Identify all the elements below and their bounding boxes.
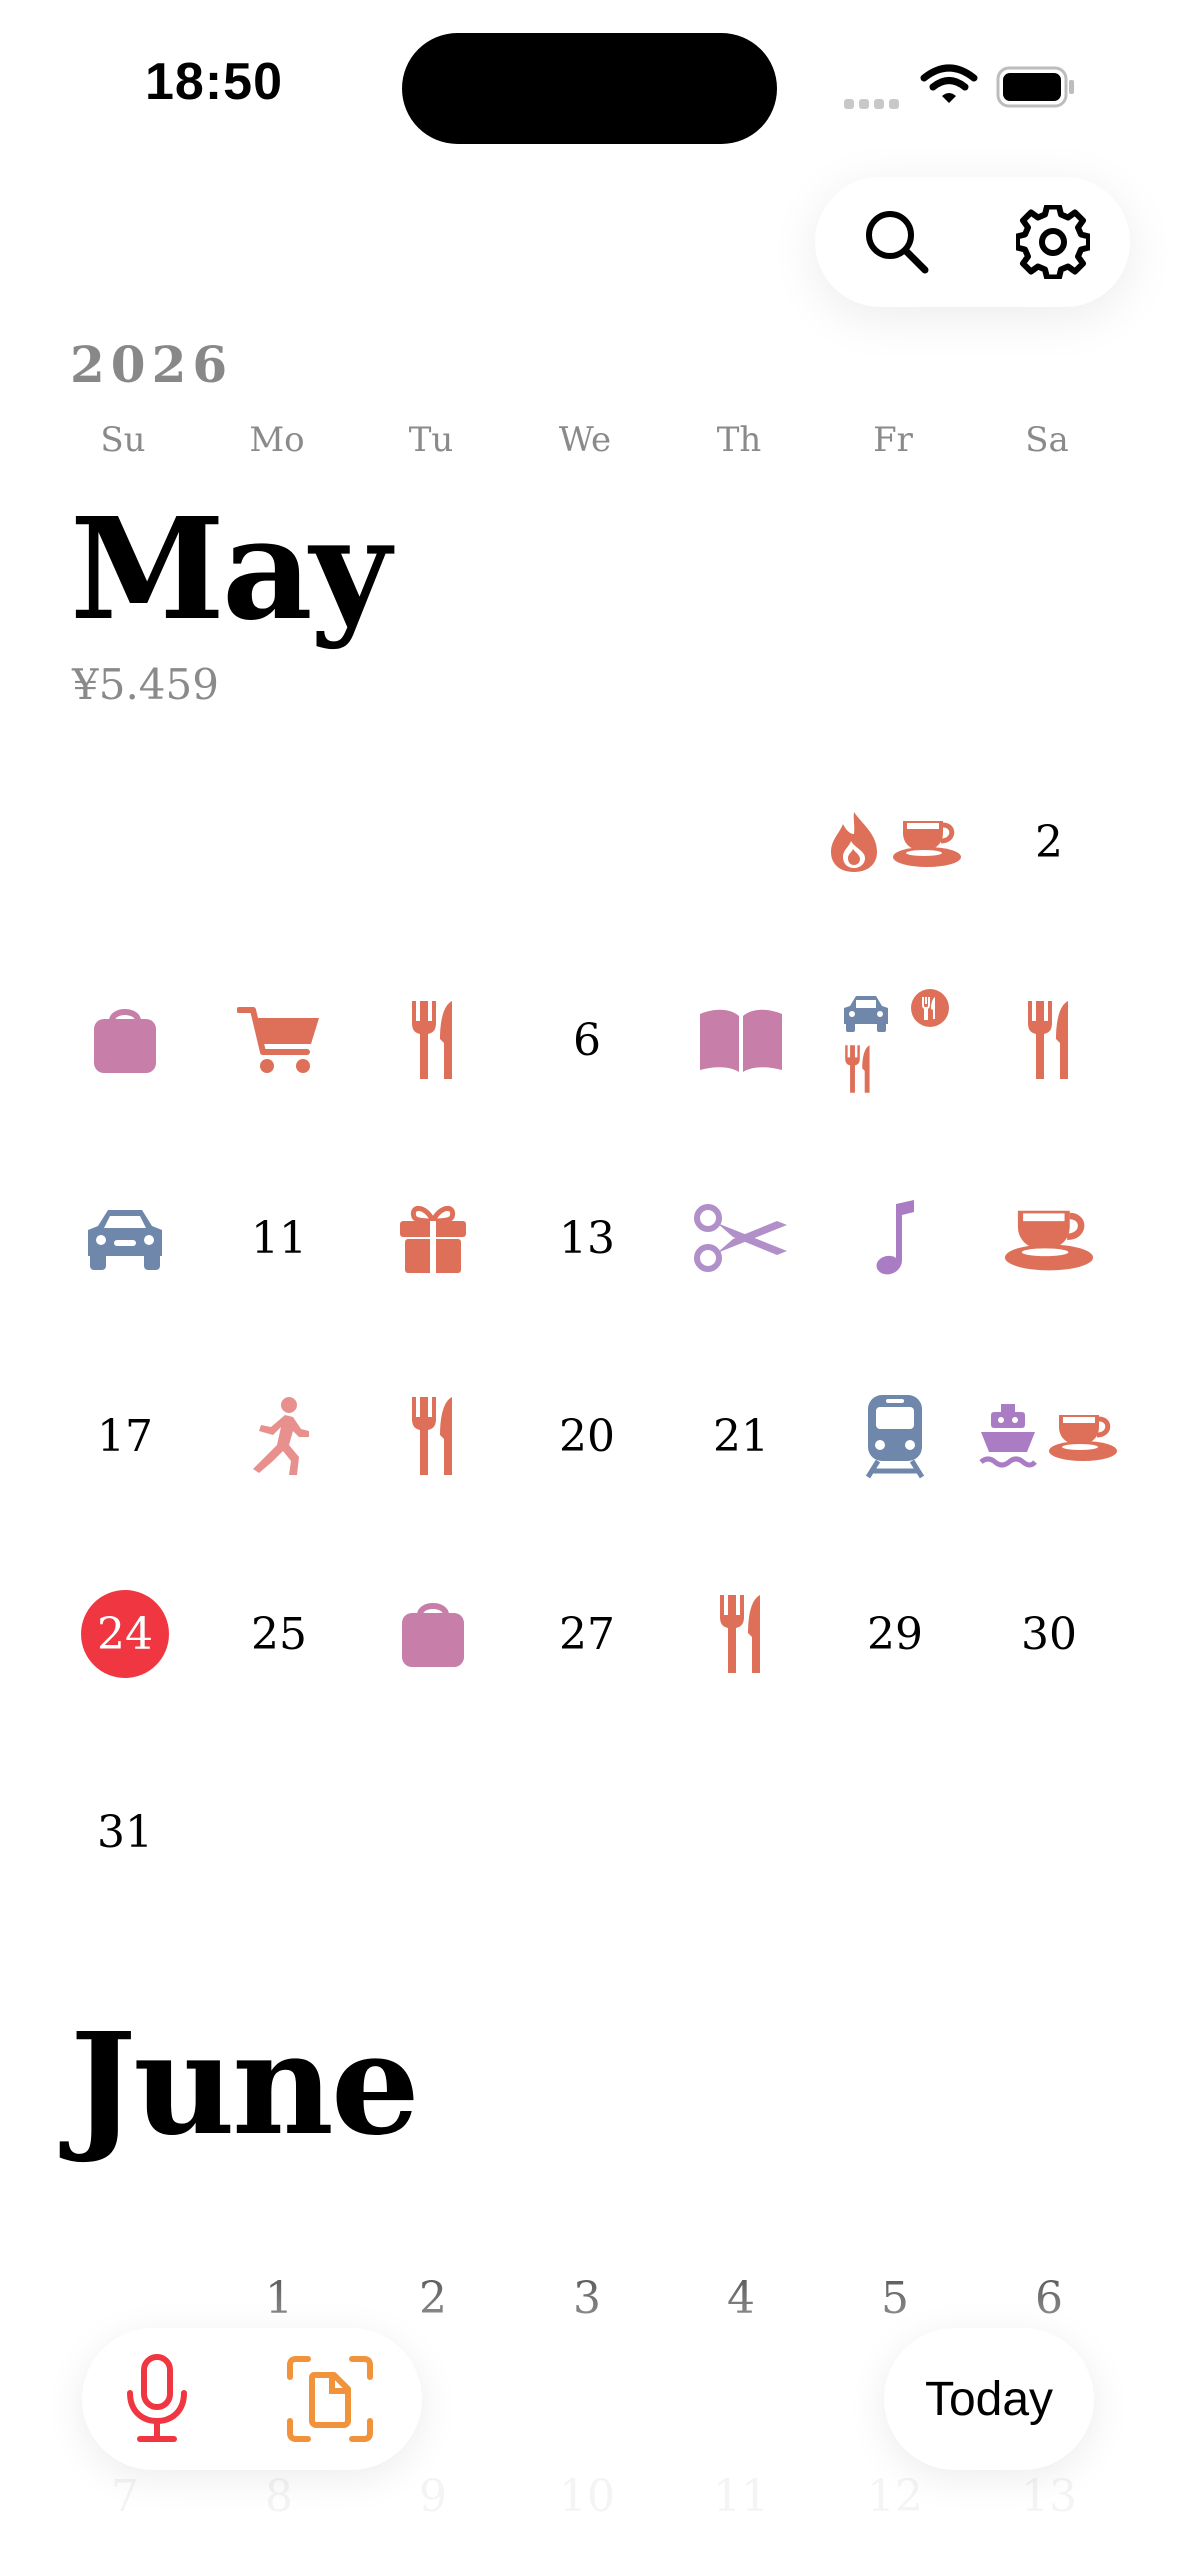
- day-cell-15[interactable]: [818, 1168, 972, 1308]
- dynamic-island: [402, 33, 777, 144]
- status-bar: 18:50: [0, 0, 1179, 170]
- day-cell-16[interactable]: [972, 1168, 1126, 1308]
- top-actions-pill: [815, 177, 1130, 307]
- cutlery-icon: [845, 1045, 870, 1093]
- day-number: 13: [559, 1212, 615, 1264]
- weekday-label: Tu: [408, 420, 454, 460]
- coffee-icon: [893, 821, 961, 867]
- day-cell-5[interactable]: [356, 970, 510, 1110]
- running-icon: [253, 1397, 309, 1475]
- day-number: 29: [867, 1608, 923, 1660]
- weekday-label: Mo: [249, 420, 305, 460]
- car-icon: [844, 996, 888, 1032]
- day-cell-13[interactable]: 13: [510, 1168, 664, 1308]
- scissors-icon: [694, 1204, 787, 1272]
- cart-icon: [237, 1007, 319, 1073]
- day-cell-12[interactable]: [356, 1168, 510, 1308]
- day-cell-9[interactable]: [972, 970, 1126, 1110]
- weekday-label: Su: [100, 420, 146, 460]
- day-number: 21: [713, 1410, 769, 1462]
- month-title-june: June: [70, 2003, 420, 2167]
- battery-icon: [996, 66, 1076, 112]
- month-title-may: May: [70, 488, 391, 652]
- day-cell-6[interactable]: 6: [510, 970, 664, 1110]
- cellular-signal-icon: [844, 94, 904, 113]
- day-cell-21[interactable]: 21: [664, 1366, 818, 1506]
- day-cell-18[interactable]: [202, 1366, 356, 1506]
- day-cell-1[interactable]: [818, 772, 972, 912]
- scan-document-button[interactable]: [280, 2349, 380, 2449]
- cutlery-icon: [412, 1397, 452, 1475]
- weekday-header: Su Mo Tu We Th Fr Sa: [0, 420, 1179, 480]
- day-cell-26[interactable]: [356, 1564, 510, 1704]
- fire-icon: [831, 812, 877, 872]
- day-cell-11[interactable]: 11: [202, 1168, 356, 1308]
- day-cell-2[interactable]: 2: [972, 772, 1126, 912]
- day-number: 6: [573, 1014, 601, 1066]
- day-cell-7[interactable]: [664, 970, 818, 1110]
- settings-button[interactable]: [1013, 202, 1093, 282]
- music-note-icon: [876, 1200, 914, 1275]
- book-icon: [700, 1009, 782, 1072]
- day-cell-29[interactable]: 29: [818, 1564, 972, 1704]
- gear-icon: [1016, 205, 1090, 279]
- day-cell-28[interactable]: [664, 1564, 818, 1704]
- today-button[interactable]: Today: [884, 2328, 1094, 2470]
- voice-input-button[interactable]: [107, 2349, 207, 2449]
- day-cell-4[interactable]: [202, 970, 356, 1110]
- ship-icon: [979, 1404, 1037, 1468]
- day-number: 2: [1035, 816, 1063, 868]
- wifi-icon: [920, 62, 978, 110]
- coffee-icon: [1049, 1415, 1117, 1461]
- microphone-icon: [127, 2354, 187, 2442]
- day-cell-25[interactable]: 25: [202, 1564, 356, 1704]
- today-indicator: 24: [81, 1590, 169, 1678]
- day-cell-30[interactable]: 30: [972, 1564, 1126, 1704]
- document-scan-icon: [287, 2356, 373, 2442]
- day-number: 20: [559, 1410, 615, 1462]
- day-number: 31: [97, 1806, 153, 1858]
- day-number: 27: [559, 1608, 615, 1660]
- day-cell-22[interactable]: [818, 1366, 972, 1506]
- car-icon: [88, 1210, 162, 1270]
- cutlery-icon: [720, 1595, 760, 1673]
- status-time: 18:50: [145, 53, 283, 111]
- train-icon: [865, 1395, 925, 1479]
- day-cell-20[interactable]: 20: [510, 1366, 664, 1506]
- gift-icon: [400, 1206, 466, 1273]
- cutlery-badge-icon: [911, 989, 949, 1027]
- day-number: 11: [251, 1212, 307, 1264]
- day-cell-14[interactable]: [664, 1168, 818, 1308]
- month-total: ¥5.459: [72, 660, 219, 709]
- day-number: 30: [1021, 1608, 1077, 1660]
- search-icon: [866, 211, 929, 274]
- bag-icon: [94, 1009, 156, 1073]
- day-number: 25: [251, 1608, 307, 1660]
- cutlery-icon: [1028, 1001, 1068, 1079]
- day-cell-3[interactable]: [48, 970, 202, 1110]
- weekday-label: Th: [716, 420, 762, 460]
- day-cell-17[interactable]: 17: [48, 1366, 202, 1506]
- day-cell-23[interactable]: [972, 1366, 1126, 1506]
- weekday-label: We: [558, 420, 612, 460]
- day-cell-10[interactable]: [48, 1168, 202, 1308]
- day-cell-8[interactable]: [818, 970, 972, 1110]
- coffee-icon: [1004, 1210, 1094, 1271]
- bag-icon: [402, 1603, 464, 1667]
- day-cell-27[interactable]: 27: [510, 1564, 664, 1704]
- weekday-label: Sa: [1025, 420, 1069, 460]
- weekday-label: Fr: [873, 420, 913, 460]
- cutlery-icon: [412, 1001, 452, 1079]
- input-actions-pill: [82, 2328, 422, 2470]
- year-label: 2026: [70, 335, 234, 394]
- day-cell-24-today[interactable]: 24: [48, 1564, 202, 1704]
- day-cell-19[interactable]: [356, 1366, 510, 1506]
- day-cell-31[interactable]: 31: [48, 1762, 202, 1902]
- day-number: 17: [97, 1410, 153, 1462]
- search-button[interactable]: [857, 202, 937, 282]
